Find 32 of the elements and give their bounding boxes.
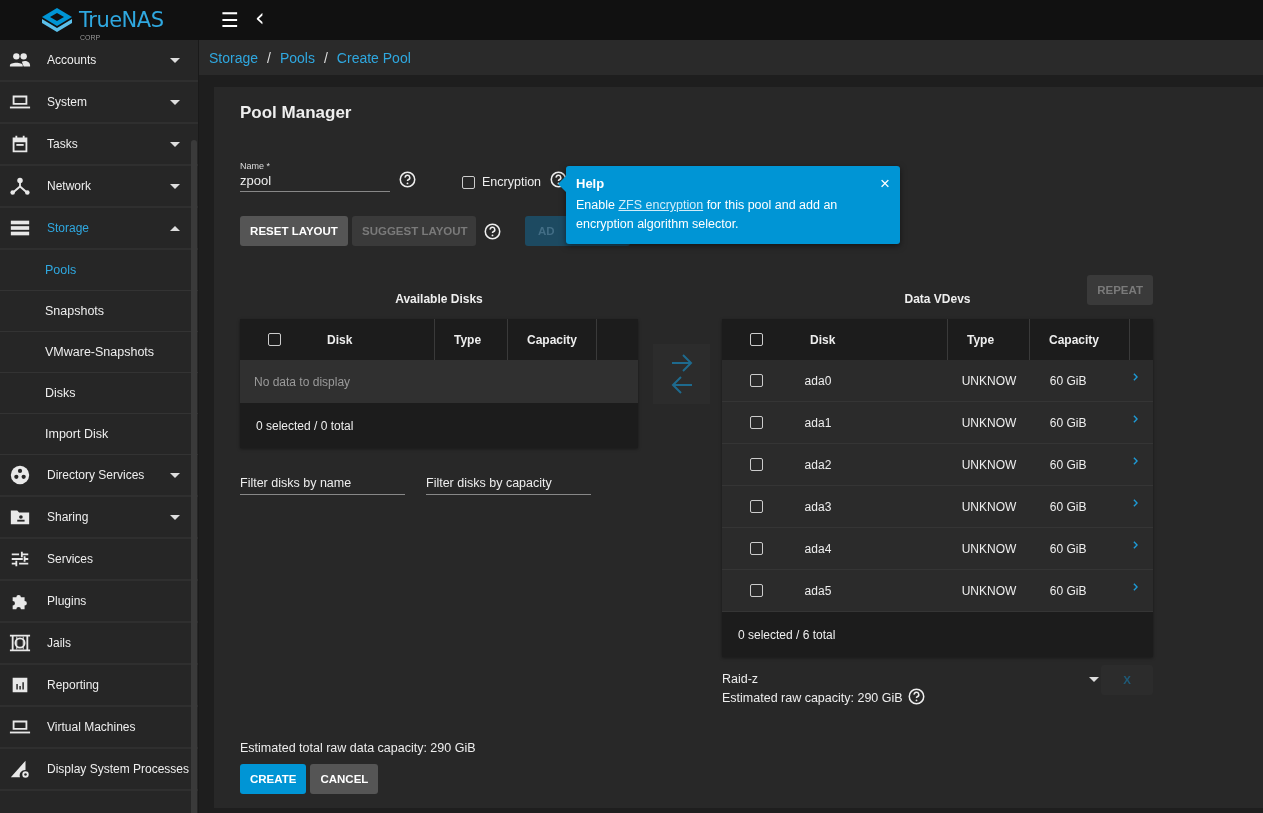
table-cell-text: UNKNOW (960, 415, 1018, 430)
section-title: Available Disks (395, 292, 483, 306)
table-footer: 0 selected / 0 total (240, 403, 638, 448)
popover-title: Help (576, 176, 605, 191)
table-cell-text: ada3 (803, 499, 833, 514)
table-cell-text: UNKNOW (960, 499, 1018, 514)
capacity-estimate: Estimated raw capacity: 290 GiB (722, 690, 903, 705)
table-cell-text: 60 GiB (1048, 415, 1088, 430)
table-cell-text: ada2 (803, 457, 833, 472)
table-cell-text: ada1 (803, 415, 833, 430)
table-footer: 0 selected / 6 total (722, 612, 1153, 657)
table-cell-text: ada4 (803, 541, 833, 556)
table-cell-text: UNKNOW (960, 583, 1018, 598)
empty-message: No data to display (240, 360, 638, 403)
table-cell-text: UNKNOW (960, 541, 1018, 556)
logo-text: TrueNAS (79, 8, 164, 32)
table-cell-text: 60 GiB (1048, 499, 1088, 514)
table-cell-text: 60 GiB (1048, 373, 1088, 388)
table-cell-text: UNKNOW (960, 457, 1018, 472)
table-cell-text: ada0 (803, 373, 833, 388)
breadcrumb-separator: / (323, 49, 328, 66)
table-cell-text: ada5 (803, 583, 833, 598)
table-cell-text: 60 GiB (1048, 457, 1088, 472)
table-cell-text: 60 GiB (1048, 583, 1088, 598)
breadcrumb-separator: / (267, 49, 271, 66)
total-capacity-estimate: Estimated total raw data capacity: 290 GiB (240, 741, 476, 755)
table-cell-text: UNKNOW (960, 373, 1018, 388)
popover-text: Enable ZFS encryption for this pool and add an encryption algorithm selector. (576, 197, 839, 233)
field-label: Name * (240, 161, 271, 171)
section-title: Data VDevs (904, 292, 971, 306)
table-cell-text: 60 GiB (1048, 541, 1088, 556)
page-title: Pool Manager (240, 103, 353, 123)
